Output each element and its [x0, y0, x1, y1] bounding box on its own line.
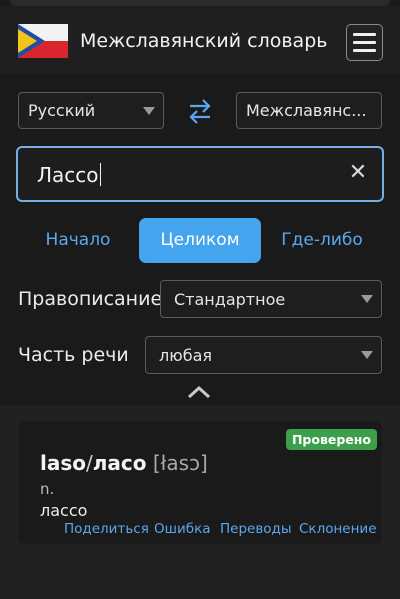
collapse-filters-button[interactable] — [186, 384, 212, 400]
headword-ipa: [łasɔ] — [152, 451, 208, 475]
verified-badge: Проверено — [285, 429, 377, 450]
hamburger-menu-icon-bar — [353, 49, 376, 52]
result-card: Проверено laso/ласо [łasɔ] n. лассо Поде… — [18, 422, 382, 544]
spelling-label: Правописание — [18, 288, 163, 310]
headword-separator: / — [86, 451, 93, 475]
search-input[interactable]: Лассо ✕ — [16, 146, 384, 202]
result-translation: лассо — [40, 501, 88, 520]
chevron-up-icon — [187, 385, 211, 399]
part-of-speech-select-value: любая — [159, 346, 212, 365]
spelling-select[interactable]: Стандартное — [160, 280, 382, 318]
menu-button[interactable] — [346, 24, 383, 61]
hamburger-menu-icon-bar — [353, 41, 376, 44]
translations-link[interactable]: Переводы — [220, 521, 292, 537]
app-title: Межславянский словарь — [80, 30, 328, 52]
hamburger-menu-icon — [353, 33, 376, 36]
swap-arrows-icon — [189, 99, 211, 124]
part-of-speech-select[interactable]: любая — [145, 336, 382, 374]
search-input-value: Лассо — [37, 163, 99, 187]
mode-tab-whole[interactable]: Целиком — [139, 218, 261, 263]
declension-link[interactable]: Склонение — [299, 521, 377, 537]
close-icon[interactable]: ✕ — [347, 161, 369, 185]
spelling-select-value: Стандартное — [174, 290, 286, 309]
share-link[interactable]: Поделиться — [64, 521, 149, 537]
interslavic-flag-icon[interactable] — [18, 24, 68, 58]
app-header: Межславянский словарь — [0, 6, 400, 74]
swap-languages-button[interactable] — [187, 96, 213, 126]
headword-cyrillic: ласо — [92, 451, 147, 475]
result-part-of-speech: n. — [40, 480, 55, 498]
search-input-text-wrapper: Лассо — [37, 163, 102, 187]
source-language-select[interactable]: Русский — [18, 92, 164, 129]
chevron-down-icon — [361, 351, 373, 359]
target-language-value: Межславянс... — [246, 101, 367, 120]
source-language-value: Русский — [28, 101, 96, 120]
mode-tab-anywhere[interactable]: Где-либо — [272, 218, 372, 263]
headword-latin: laso — [40, 451, 86, 475]
mode-tab-start[interactable]: Начало — [28, 218, 128, 263]
part-of-speech-label: Часть речи — [18, 344, 129, 366]
chevron-down-icon — [361, 295, 373, 303]
chevron-down-icon — [143, 107, 155, 115]
text-cursor — [99, 163, 102, 186]
target-language-select[interactable]: Межславянс... — [236, 92, 382, 129]
report-error-link[interactable]: Ошибка — [154, 521, 211, 537]
result-headword: laso/ласо [łasɔ] — [40, 451, 208, 475]
